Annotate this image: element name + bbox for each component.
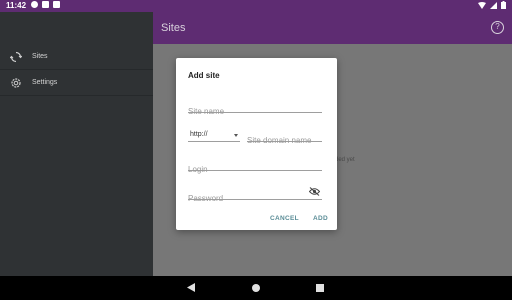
site-name-field bbox=[188, 101, 322, 116]
password-field bbox=[188, 187, 322, 203]
wifi-icon bbox=[478, 1, 486, 9]
app-notification-icon bbox=[42, 1, 49, 8]
help-icon[interactable]: ? bbox=[491, 21, 504, 34]
empty-state-text: ded yet bbox=[335, 157, 355, 163]
visibility-off-icon[interactable] bbox=[309, 187, 320, 196]
gear-icon bbox=[10, 77, 22, 89]
page-title: Sites bbox=[161, 22, 186, 34]
protocol-select[interactable]: http:// bbox=[188, 130, 240, 142]
login-input[interactable] bbox=[188, 165, 322, 174]
back-icon[interactable] bbox=[187, 283, 195, 292]
dropdown-caret-icon bbox=[234, 134, 238, 137]
system-icons bbox=[478, 1, 506, 9]
login-field bbox=[188, 159, 322, 174]
status-time: 11:42 bbox=[6, 1, 27, 10]
home-icon[interactable] bbox=[252, 284, 260, 292]
battery-icon bbox=[501, 1, 506, 9]
navigation-drawer: Sites Settings bbox=[0, 12, 153, 276]
site-domain-field bbox=[247, 130, 322, 145]
signal-icon bbox=[490, 1, 497, 9]
dialog-title: Add site bbox=[188, 71, 220, 80]
add-site-dialog: Add site http:// CANCEL ADD bbox=[176, 58, 337, 230]
drawer-item-settings[interactable]: Settings bbox=[0, 70, 153, 96]
drawer-item-sites[interactable]: Sites bbox=[0, 44, 153, 70]
protocol-value: http:// bbox=[190, 131, 208, 138]
recents-icon[interactable] bbox=[316, 284, 324, 292]
app-bar: Sites ? bbox=[153, 12, 512, 44]
site-domain-input[interactable] bbox=[247, 136, 322, 145]
sync-icon bbox=[10, 51, 22, 63]
add-button[interactable]: ADD bbox=[313, 215, 328, 222]
site-name-input[interactable] bbox=[188, 107, 322, 116]
status-bar: 11:42 bbox=[0, 0, 512, 12]
cancel-button[interactable]: CANCEL bbox=[270, 215, 299, 222]
settings-notification-icon bbox=[31, 1, 38, 8]
drawer-item-label: Sites bbox=[32, 53, 48, 60]
drawer-item-label: Settings bbox=[32, 79, 58, 86]
system-navigation-bar bbox=[0, 276, 512, 300]
drawer-header bbox=[0, 12, 153, 44]
password-input[interactable] bbox=[188, 194, 306, 203]
notification-icons bbox=[31, 1, 60, 8]
storage-notification-icon bbox=[53, 1, 60, 8]
